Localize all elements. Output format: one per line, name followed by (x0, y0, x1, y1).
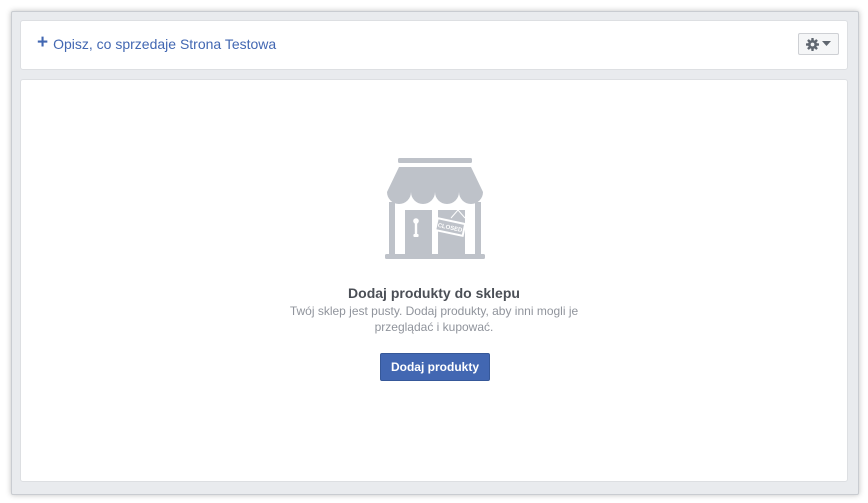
shop-description-card: + Opisz, co sprzedaje Strona Testowa (20, 20, 848, 70)
empty-shop-card: CLOSED Dodaj produkty do sklepu Twój skl… (20, 79, 848, 482)
chevron-down-icon (822, 41, 831, 46)
plus-icon: + (37, 32, 49, 53)
gear-icon (806, 37, 819, 51)
describe-shop-label: Opisz, co sprzedaje Strona Testowa (53, 36, 277, 52)
shop-panel: + Opisz, co sprzedaje Strona Testowa CLO… (11, 11, 859, 495)
describe-shop-link[interactable]: + Opisz, co sprzedaje Strona Testowa (37, 32, 277, 53)
empty-state-description: Twój sklep jest pusty. Dodaj produkty, a… (289, 304, 579, 334)
store-closed-icon: CLOSED (385, 158, 485, 259)
settings-dropdown-button[interactable] (798, 33, 839, 55)
empty-state-title: Dodaj produkty do sklepu (348, 285, 520, 301)
add-products-button[interactable]: Dodaj produkty (380, 353, 490, 381)
